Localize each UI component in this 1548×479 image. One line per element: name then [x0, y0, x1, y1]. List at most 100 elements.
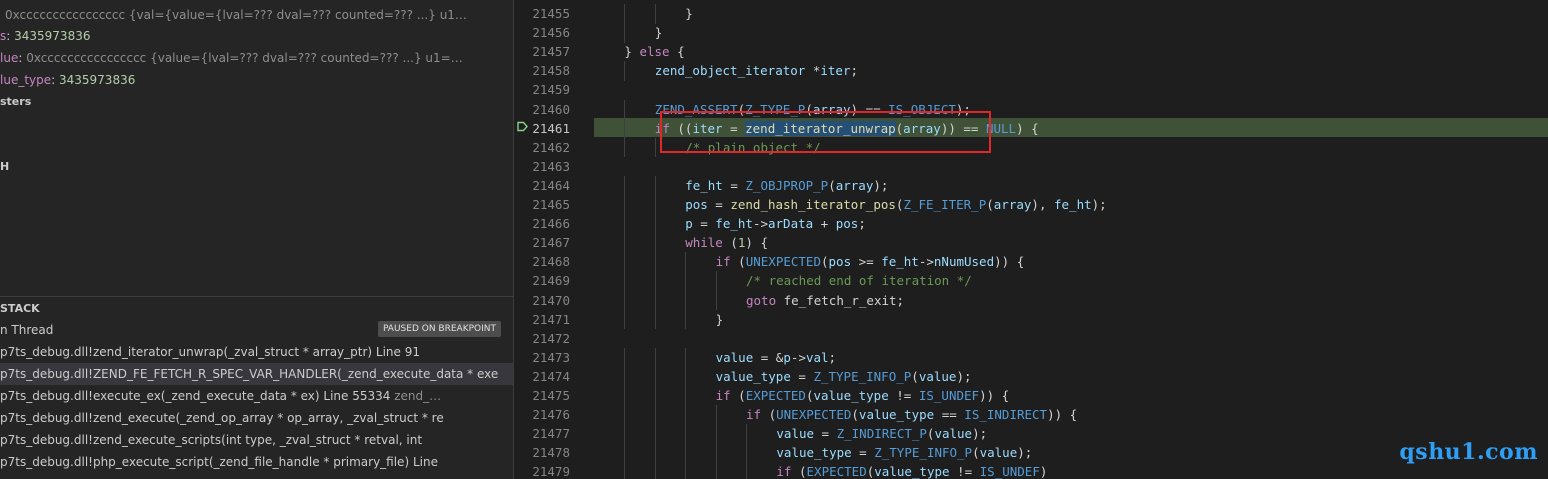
- code-line[interactable]: if (UNEXPECTED(value_type == IS_INDIRECT…: [746, 405, 1077, 424]
- call-stack-frame[interactable]: p7ts_debug.dll!zend_iterator_unwrap(_zva…: [0, 341, 513, 363]
- indent-guide: [624, 462, 626, 479]
- line-number[interactable]: 21456: [514, 23, 570, 42]
- code-token: p: [685, 216, 693, 232]
- code-token: pos: [835, 216, 859, 232]
- line-number[interactable]: 21459: [514, 80, 570, 99]
- line-number[interactable]: 21476: [514, 405, 570, 424]
- line-number[interactable]: 21472: [514, 329, 570, 348]
- variable-row[interactable]: lue: 0xcccccccccccccccc {value={lval=???…: [0, 47, 463, 69]
- line-number[interactable]: 21470: [514, 291, 570, 310]
- line-number[interactable]: 21468: [514, 252, 570, 271]
- code-token: (: [851, 407, 859, 423]
- line-number[interactable]: 21466: [514, 214, 570, 233]
- indent-guide: [715, 405, 717, 425]
- variable-row[interactable]: lue_type: 3435973836: [0, 69, 135, 91]
- line-number[interactable]: 21464: [514, 176, 570, 195]
- paused-status-badge: PAUSED ON BREAKPOINT: [377, 321, 501, 337]
- line-number[interactable]: 21469: [514, 271, 570, 290]
- code-token: );: [1017, 445, 1033, 461]
- indent-guide: [685, 366, 687, 387]
- line-number[interactable]: 21467: [514, 233, 570, 252]
- code-line[interactable]: zend_object_iterator *iter;: [655, 61, 858, 80]
- indent-guide: [624, 309, 626, 330]
- code-editor[interactable]: 21455 21456 21457 21458 21459 21460 21461 21462…: [514, 0, 1548, 479]
- indent-guide: [624, 4, 626, 24]
- code-token: =: [790, 368, 814, 384]
- indent-guide: [624, 424, 626, 444]
- code-token: IS_UNDEF: [979, 464, 1040, 479]
- line-number[interactable]: 21465: [514, 195, 570, 214]
- code-line[interactable]: value_type = Z_TYPE_INFO_P(value);: [776, 443, 1032, 462]
- line-number[interactable]: 21471: [514, 310, 570, 329]
- code-line[interactable]: }: [685, 4, 693, 23]
- call-stack-frame[interactable]: p7ts_debug.dll!execute_ex(_zend_execute_…: [0, 385, 513, 407]
- indent-guide: [685, 443, 687, 463]
- indent-guide: [624, 290, 626, 311]
- code-token: ) {: [1016, 120, 1039, 136]
- code-line[interactable]: }: [655, 23, 663, 42]
- line-number[interactable]: 21457: [514, 42, 570, 61]
- line-number[interactable]: 21477: [514, 424, 570, 443]
- code-token: /* reached end of iteration */: [746, 273, 972, 289]
- line-number[interactable]: 21461: [514, 119, 570, 138]
- code-line[interactable]: /* reached end of iteration */: [746, 271, 972, 290]
- registers-section-header[interactable]: sters: [0, 91, 31, 113]
- code-token: if: [746, 407, 762, 423]
- line-number[interactable]: 21458: [514, 61, 570, 80]
- code-token: ->: [790, 349, 806, 365]
- code-line[interactable]: if (EXPECTED(value_type != IS_UNDEF)) {: [716, 386, 1010, 405]
- watch-section-header[interactable]: H: [0, 156, 9, 178]
- code-token: !=: [949, 464, 980, 479]
- line-number[interactable]: 21474: [514, 367, 570, 386]
- code-token: Z_OBJPROP_P: [745, 177, 829, 193]
- code-token: )) {: [994, 254, 1025, 270]
- code-line[interactable]: if (UNEXPECTED(pos >= fe_ht->nNumUsed)) …: [716, 252, 1025, 271]
- variable-row[interactable]: s: 3435973836: [0, 25, 90, 47]
- line-number[interactable]: 21473: [514, 348, 570, 367]
- code-token: (: [761, 407, 777, 423]
- pane-divider[interactable]: [0, 296, 513, 297]
- line-number[interactable]: 21475: [514, 386, 570, 405]
- code-line[interactable]: value = &p->val;: [716, 348, 836, 367]
- code-line[interactable]: while (1) {: [685, 233, 768, 252]
- call-stack-section-header[interactable]: STACK: [0, 298, 40, 320]
- indent-guide: [624, 405, 626, 425]
- frame-text: p7ts_debug.dll!php_execute_script(_zend_…: [0, 455, 438, 469]
- code-line[interactable]: goto fe_fetch_r_exit;: [746, 291, 904, 310]
- variable-value: 3435973836: [59, 73, 136, 87]
- thread-item[interactable]: n Thread PAUSED ON BREAKPOINT: [0, 320, 513, 340]
- indent-guide: [624, 386, 626, 406]
- code-line[interactable]: }: [716, 310, 724, 329]
- indent-guide: [715, 271, 717, 291]
- code-line[interactable]: pos = zend_hash_iterator_pos (Z_FE_ITER_P…: [685, 195, 1107, 214]
- code-token: ;: [850, 63, 859, 79]
- code-token: iter: [820, 63, 851, 79]
- call-stack-frame[interactable]: p7ts_debug.dll!zend_execute_scripts(int …: [0, 429, 513, 451]
- code-line[interactable]: } else {: [624, 42, 684, 61]
- line-number[interactable]: 21455: [514, 4, 570, 23]
- code-token: EXPECTED: [745, 388, 806, 403]
- call-stack-frame[interactable]: p7ts_debug.dll!ZEND_FE_FETCH_R_SPEC_VAR_…: [0, 363, 513, 385]
- call-stack-frame[interactable]: p7ts_debug.dll!php_execute_script(_zend_…: [0, 451, 513, 473]
- code-line[interactable]: if (EXPECTED(value_type != IS_UNDEF): [776, 462, 1047, 479]
- indent-guide: [624, 214, 626, 234]
- code-token: }: [685, 6, 693, 21]
- code-line[interactable]: value_type = Z_TYPE_INFO_P(value);: [716, 367, 972, 386]
- indent-guide: [685, 290, 687, 311]
- line-number[interactable]: 21478: [514, 443, 570, 462]
- line-number[interactable]: 21462: [514, 138, 570, 157]
- variable-name: lue_type: [0, 73, 52, 87]
- line-number[interactable]: 21460: [514, 100, 570, 119]
- indent-guide: [715, 462, 717, 479]
- variable-row[interactable]: 0xcccccccccccccccc {val={value={lval=???…: [0, 4, 467, 26]
- variable-value: 3435973836: [14, 29, 91, 43]
- code-line[interactable]: p = fe_ht->arData + pos;: [685, 214, 866, 233]
- code-line[interactable]: fe_ht = Z_OBJPROP_P(array);: [685, 176, 888, 195]
- indent-guide: [654, 271, 656, 291]
- code-token: value_type: [715, 368, 791, 384]
- line-number[interactable]: 21463: [514, 157, 570, 176]
- indent-guide: [624, 366, 626, 387]
- code-line[interactable]: value = Z_INDIRECT_P(value);: [776, 424, 987, 443]
- line-number[interactable]: 21479: [514, 462, 570, 479]
- call-stack-frame[interactable]: p7ts_debug.dll!zend_execute(_zend_op_arr…: [0, 407, 513, 429]
